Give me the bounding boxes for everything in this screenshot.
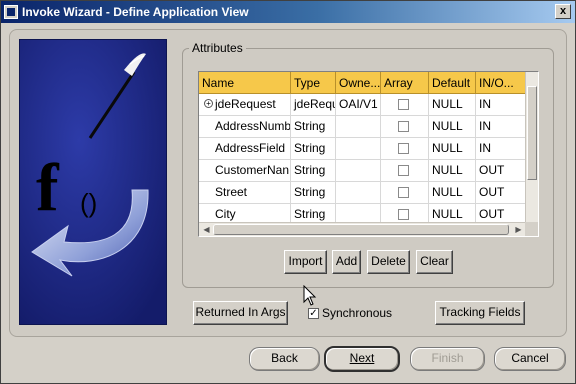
- table-body: + jdeRequest jdeRequ OAI/V1 NULL IN Addr…: [199, 94, 526, 226]
- scroll-right-icon[interactable]: ▶: [513, 224, 524, 235]
- attribute-type: jdeRequ: [291, 94, 336, 116]
- attribute-type: String: [291, 182, 336, 204]
- array-cell: [381, 116, 429, 138]
- window-title: Invoke Wizard - Define Application View: [22, 5, 249, 19]
- attribute-default: NULL: [429, 116, 476, 138]
- attribute-inout: IN: [476, 138, 526, 160]
- wizard-window: Invoke Wizard - Define Application View …: [0, 0, 576, 384]
- attribute-default: NULL: [429, 138, 476, 160]
- back-label: Back: [271, 351, 298, 365]
- column-header-name[interactable]: Name: [199, 72, 291, 94]
- table-row[interactable]: + jdeRequest jdeRequ OAI/V1 NULL IN: [199, 94, 526, 116]
- column-header-array[interactable]: Array: [381, 72, 429, 94]
- array-checkbox[interactable]: [398, 99, 409, 110]
- attribute-inout: OUT: [476, 182, 526, 204]
- svg-text:(): (): [80, 188, 97, 218]
- attribute-default: NULL: [429, 160, 476, 182]
- attribute-name: CustomerNan: [199, 160, 291, 182]
- table-row[interactable]: Street String NULL OUT: [199, 182, 526, 204]
- attribute-owner: [336, 116, 381, 138]
- synchronous-option[interactable]: ✓ Synchronous: [308, 306, 392, 320]
- cancel-label: Cancel: [511, 351, 549, 365]
- name-cell: + jdeRequest: [199, 94, 291, 116]
- column-header-inout[interactable]: IN/O...: [476, 72, 526, 94]
- array-cell: [381, 182, 429, 204]
- attribute-type: String: [291, 160, 336, 182]
- scroll-left-icon[interactable]: ◀: [201, 224, 212, 235]
- finish-label: Finish: [431, 351, 464, 365]
- array-checkbox[interactable]: [398, 165, 409, 176]
- attribute-owner: [336, 138, 381, 160]
- column-header-type[interactable]: Type: [291, 72, 336, 94]
- attribute-inout: OUT: [476, 160, 526, 182]
- attribute-name: jdeRequest: [215, 97, 276, 111]
- scrollbar-corner: [525, 222, 538, 236]
- column-header-owner[interactable]: Owne...: [336, 72, 381, 94]
- array-checkbox[interactable]: [398, 121, 409, 132]
- svg-text:f: f: [36, 149, 60, 225]
- array-cell: [381, 94, 429, 116]
- cancel-button[interactable]: Cancel: [494, 347, 566, 371]
- table-header: Name Type Owne... Array Default IN/O...: [199, 72, 526, 94]
- table-row[interactable]: AddressField String NULL IN: [199, 138, 526, 160]
- attributes-legend: Attributes: [189, 41, 246, 55]
- tracking-fields-button[interactable]: Tracking Fields: [435, 301, 525, 325]
- back-button[interactable]: Back: [249, 347, 320, 371]
- mouse-cursor-icon: [303, 285, 317, 306]
- array-checkbox[interactable]: [398, 187, 409, 198]
- synchronous-checkbox[interactable]: ✓: [308, 307, 319, 319]
- attribute-name: Street: [199, 182, 291, 204]
- horizontal-scroll-thumb[interactable]: [213, 224, 509, 235]
- synchronous-label: Synchronous: [322, 306, 393, 320]
- vertical-scrollbar[interactable]: [525, 72, 538, 222]
- horizontal-scrollbar[interactable]: ◀ ▶: [199, 222, 526, 236]
- column-header-default[interactable]: Default: [429, 72, 476, 94]
- attribute-inout: IN: [476, 94, 526, 116]
- attribute-name: AddressNumb: [199, 116, 291, 138]
- attribute-type: String: [291, 116, 336, 138]
- finish-button[interactable]: Finish: [410, 347, 485, 371]
- title-bar[interactable]: Invoke Wizard - Define Application View …: [1, 1, 575, 23]
- array-checkbox[interactable]: [398, 143, 409, 154]
- array-checkbox[interactable]: [398, 209, 409, 220]
- add-button[interactable]: Add: [332, 250, 361, 274]
- close-button[interactable]: x: [555, 4, 571, 19]
- attribute-default: NULL: [429, 182, 476, 204]
- attribute-inout: IN: [476, 116, 526, 138]
- delete-button[interactable]: Delete: [367, 250, 410, 274]
- function-icon: f (): [20, 40, 166, 324]
- table-row[interactable]: AddressNumb String NULL IN: [199, 116, 526, 138]
- attribute-owner: OAI/V1: [336, 94, 381, 116]
- expand-icon[interactable]: +: [204, 99, 213, 108]
- attribute-name: AddressField: [199, 138, 291, 160]
- table-row[interactable]: CustomerNan String NULL OUT: [199, 160, 526, 182]
- attribute-type: String: [291, 138, 336, 160]
- next-label: Next: [349, 351, 375, 365]
- attribute-owner: [336, 160, 381, 182]
- attribute-owner: [336, 182, 381, 204]
- array-cell: [381, 138, 429, 160]
- next-button[interactable]: Next: [324, 346, 400, 372]
- attributes-table[interactable]: Name Type Owne... Array Default IN/O... …: [198, 71, 539, 237]
- clear-button[interactable]: Clear: [416, 250, 453, 274]
- attribute-default: NULL: [429, 94, 476, 116]
- import-button[interactable]: Import: [284, 250, 327, 274]
- app-icon: [4, 5, 18, 19]
- vertical-scroll-thumb[interactable]: [527, 86, 537, 180]
- returned-in-args-button[interactable]: Returned In Args: [193, 301, 288, 325]
- function-wizard-illustration: f (): [19, 39, 167, 325]
- array-cell: [381, 160, 429, 182]
